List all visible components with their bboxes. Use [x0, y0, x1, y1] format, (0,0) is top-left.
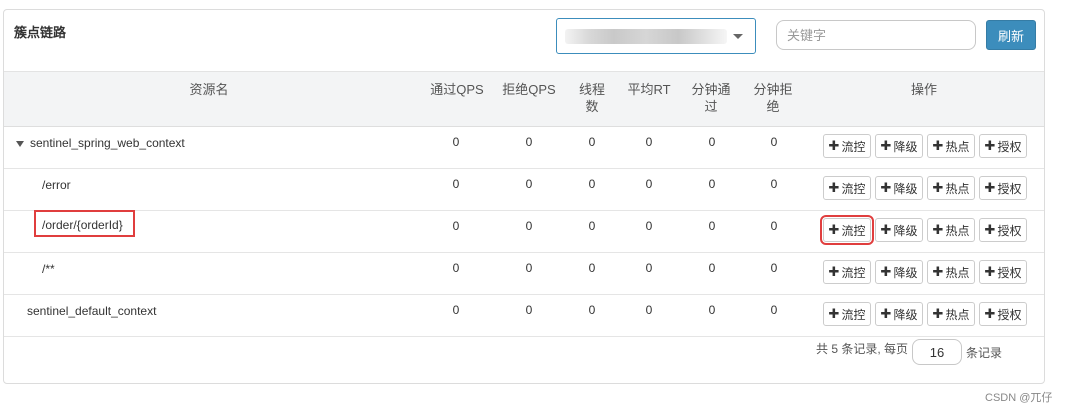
threads: 0	[588, 261, 596, 275]
authority-button[interactable]: ✚ 授权	[979, 176, 1027, 200]
plus-icon: ✚	[880, 264, 892, 279]
flow-control-button[interactable]: ✚ 流控	[820, 215, 874, 245]
threads: 0	[588, 303, 596, 317]
plus-icon: ✚	[880, 306, 892, 321]
hotspot-button[interactable]: ✚ 热点	[927, 134, 975, 158]
threads: 0	[588, 177, 596, 191]
degrade-button[interactable]: ✚ 降级	[875, 218, 923, 242]
min-pass: 0	[708, 303, 716, 317]
keyword-search-input[interactable]	[776, 20, 976, 50]
degrade-button[interactable]: ✚ 降级	[875, 176, 923, 200]
hotspot-button[interactable]: ✚ 热点	[927, 260, 975, 284]
min-block: 0	[770, 177, 778, 191]
resource-name[interactable]: sentinel_default_context	[27, 296, 156, 326]
pagination-summary: 共 5 条记录, 每页	[816, 342, 909, 356]
resource-name[interactable]: /error	[42, 170, 71, 200]
avg-rt: 0	[645, 303, 653, 317]
plus-icon: ✚	[932, 222, 944, 237]
pagination-suffix: 条记录	[966, 346, 1003, 360]
table-row: /error 0 0 0 0 0 0 ✚ 流控 ✚ 降级 ✚ 热点 ✚ 授权	[4, 168, 1044, 211]
panel-title: 簇点链路	[14, 25, 67, 40]
chevron-down-icon	[733, 34, 743, 39]
threads: 0	[588, 219, 596, 233]
table-row: /** 0 0 0 0 0 0 ✚ 流控 ✚ 降级 ✚ 热点 ✚ 授权	[4, 252, 1044, 295]
pass-qps: 0	[452, 135, 460, 149]
plus-icon: ✚	[984, 138, 996, 153]
min-block: 0	[770, 261, 778, 275]
plus-icon: ✚	[828, 222, 840, 237]
plus-icon: ✚	[932, 264, 944, 279]
refresh-button[interactable]: 刷新	[986, 20, 1036, 50]
pass-qps: 0	[452, 261, 460, 275]
block-qps: 0	[525, 135, 533, 149]
avg-rt: 0	[645, 219, 653, 233]
plus-icon: ✚	[828, 180, 840, 195]
plus-icon: ✚	[932, 180, 944, 195]
threads: 0	[588, 135, 596, 149]
degrade-button[interactable]: ✚ 降级	[875, 302, 923, 326]
expand-triangle-icon[interactable]	[16, 140, 24, 147]
block-qps: 0	[525, 261, 533, 275]
min-pass: 0	[708, 261, 716, 275]
pass-qps: 0	[452, 219, 460, 233]
flow-control-button[interactable]: ✚ 流控	[823, 302, 871, 326]
pass-qps: 0	[452, 303, 460, 317]
table-row: sentinel_spring_web_context 0 0 0 0 0 0 …	[4, 126, 1044, 169]
plus-icon: ✚	[880, 138, 892, 153]
plus-icon: ✚	[828, 138, 840, 153]
min-block: 0	[770, 303, 778, 317]
flow-control-button[interactable]: ✚ 流控	[823, 260, 871, 284]
authority-button[interactable]: ✚ 授权	[979, 218, 1027, 242]
table-row: sentinel_default_context 0 0 0 0 0 0 ✚ 流控…	[4, 294, 1044, 337]
avg-rt: 0	[645, 177, 653, 191]
authority-button[interactable]: ✚ 授权	[979, 302, 1027, 326]
cluster-point-panel: 簇点链路 sentinel-service 刷新 资源名 通过QPS 拒绝QPS…	[3, 9, 1045, 384]
app-select-value: sentinel-service	[565, 29, 727, 44]
pass-qps: 0	[452, 177, 460, 191]
min-pass: 0	[708, 177, 716, 191]
plus-icon: ✚	[880, 222, 892, 237]
watermark: CSDN @兀仔	[985, 392, 1053, 404]
hotspot-button[interactable]: ✚ 热点	[927, 176, 975, 200]
resource-name[interactable]: /**	[42, 254, 55, 284]
flow-control-button[interactable]: ✚ 流控	[823, 176, 871, 200]
plus-icon: ✚	[828, 264, 840, 279]
block-qps: 0	[525, 303, 533, 317]
table-row: /order/{orderId} 0 0 0 0 0 0 ✚ 流控 ✚ 降级 ✚ 热点…	[4, 210, 1044, 253]
block-qps: 0	[525, 177, 533, 191]
resource-name[interactable]: /order/{orderId}	[42, 210, 123, 240]
authority-button[interactable]: ✚ 授权	[979, 260, 1027, 284]
plus-icon: ✚	[984, 264, 996, 279]
resource-name[interactable]: sentinel_spring_web_context	[16, 128, 185, 158]
block-qps: 0	[525, 219, 533, 233]
app-select[interactable]: sentinel-service	[556, 18, 756, 54]
page-size-input[interactable]	[912, 339, 962, 365]
plus-icon: ✚	[932, 306, 944, 321]
degrade-button[interactable]: ✚ 降级	[875, 260, 923, 284]
flow-control-button[interactable]: ✚ 流控	[823, 134, 871, 158]
authority-button[interactable]: ✚ 授权	[979, 134, 1027, 158]
min-pass: 0	[708, 135, 716, 149]
plus-icon: ✚	[984, 306, 996, 321]
plus-icon: ✚	[984, 180, 996, 195]
min-pass: 0	[708, 219, 716, 233]
min-block: 0	[770, 219, 778, 233]
plus-icon: ✚	[828, 306, 840, 321]
hotspot-button[interactable]: ✚ 热点	[927, 302, 975, 326]
avg-rt: 0	[645, 261, 653, 275]
table-header: 资源名 通过QPS 拒绝QPS 线程数 平均RT 分钟通过 分钟拒绝 操作	[4, 71, 1044, 127]
avg-rt: 0	[645, 135, 653, 149]
plus-icon: ✚	[984, 222, 996, 237]
hotspot-button[interactable]: ✚ 热点	[927, 218, 975, 242]
plus-icon: ✚	[932, 138, 944, 153]
plus-icon: ✚	[880, 180, 892, 195]
min-block: 0	[770, 135, 778, 149]
degrade-button[interactable]: ✚ 降级	[875, 134, 923, 158]
